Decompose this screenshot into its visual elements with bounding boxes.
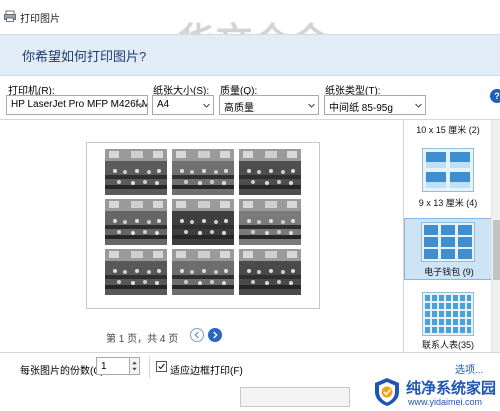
paper-type-select[interactable]: 中间纸 85-95g [324, 95, 426, 115]
layout-label: 9 x 13 厘米 (4) [418, 198, 478, 208]
chevron-down-icon [415, 103, 422, 108]
layout-preview-image [425, 295, 471, 333]
layout-preview-9x13 [422, 148, 474, 192]
brand-watermark: 纯净系统家园 www.yidaimei.com [370, 374, 500, 411]
chevron-down-icon [203, 103, 210, 108]
vertical-separator [149, 356, 150, 378]
preview-photo [105, 249, 167, 295]
print-button[interactable] [240, 387, 350, 407]
preview-photo [239, 199, 301, 245]
photo-image [105, 199, 167, 245]
layout-preview-wallet [421, 222, 475, 262]
photo-image [172, 149, 234, 195]
prompt-heading: 你希望如何打印图片? [22, 49, 147, 64]
copies-input[interactable] [96, 357, 130, 375]
photo-image [239, 149, 301, 195]
layout-item-9x13[interactable]: 9 x 13 厘米 (4) [404, 144, 492, 210]
checkmark-icon [158, 363, 165, 370]
preview-page [86, 142, 320, 309]
print-icon [4, 10, 16, 22]
printer-select[interactable]: HP LaserJet Pro MFP M426f-M [6, 95, 148, 115]
brand-name: 纯净系统家园 [406, 379, 497, 397]
layout-scrollbar[interactable] [491, 120, 500, 352]
layout-label: 10 x 15 厘米 (2) [416, 125, 480, 135]
chevron-down-icon [137, 103, 144, 108]
layout-label: 电子钱包 (9) [424, 267, 474, 277]
layout-preview-contact-sheet [422, 292, 474, 336]
quality-select-value: 高质量 [224, 103, 254, 114]
paper-size-select-value: A4 [157, 99, 170, 110]
layout-preview-image [424, 225, 472, 259]
prev-arrow-icon [194, 331, 199, 339]
preview-photo [172, 199, 234, 245]
prompt-band: 你希望如何打印图片? [0, 34, 500, 76]
prev-page-button[interactable] [190, 328, 204, 342]
paper-size-select[interactable]: A4 [152, 95, 214, 115]
layout-item-10x15[interactable]: 10 x 15 厘米 (2) [404, 120, 492, 136]
layout-panel[interactable]: 10 x 15 厘米 (2) 9 x 13 厘米 (4) 电子钱包 (9) 联系… [403, 120, 500, 352]
preview-photo [172, 249, 234, 295]
next-page-button[interactable] [208, 328, 222, 342]
window-title: 打印图片 [20, 14, 60, 25]
photo-image [172, 249, 234, 295]
preview-photo [172, 149, 234, 195]
layout-preview-image [426, 152, 470, 188]
photo-image [105, 149, 167, 195]
brand-shield-icon [375, 378, 399, 406]
paper-type-select-value: 中间纸 85-95g [329, 103, 393, 114]
page-indicator: 第 1 页，共 4 页 [106, 334, 179, 345]
next-arrow-icon [213, 331, 218, 339]
preview-photo [239, 249, 301, 295]
fit-frame-checkbox[interactable] [156, 361, 167, 372]
preview-photo [105, 199, 167, 245]
photo-image [239, 199, 301, 245]
spinner-arrows-icon [132, 361, 137, 371]
brand-url: www.yidaimei.com [408, 397, 483, 407]
layout-item-wallet[interactable]: 电子钱包 (9) [404, 218, 492, 280]
photo-image [239, 249, 301, 295]
help-icon[interactable]: ? [490, 89, 500, 103]
preview-area: 第 1 页，共 4 页 [0, 120, 403, 352]
preview-photo [239, 149, 301, 195]
preview-photo [105, 149, 167, 195]
fit-frame-label[interactable]: 适应边框打印(F) [170, 362, 243, 377]
photo-image [172, 199, 234, 245]
printer-select-value: HP LaserJet Pro MFP M426f-M [11, 99, 148, 110]
chevron-down-icon [308, 103, 315, 108]
scrollbar-thumb[interactable] [493, 220, 500, 280]
quality-select[interactable]: 高质量 [219, 95, 319, 115]
copies-label: 每张图片的份数(C): [20, 366, 107, 377]
layout-item-contact-sheet[interactable]: 联系人表(35) [404, 292, 492, 352]
copies-spinner[interactable] [130, 357, 140, 375]
layout-label: 联系人表(35) [421, 340, 474, 350]
photo-image [105, 249, 167, 295]
